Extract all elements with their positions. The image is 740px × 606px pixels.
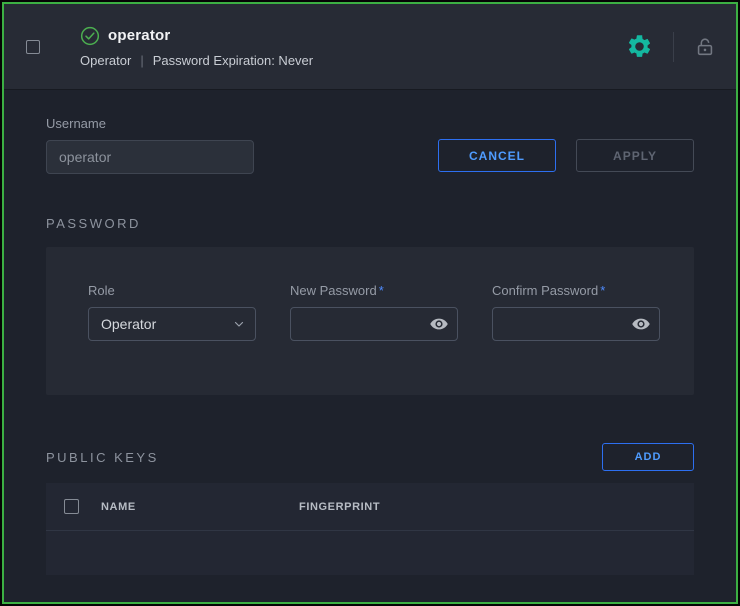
eye-icon: [631, 314, 651, 334]
column-header-fingerprint: FINGERPRINT: [299, 501, 380, 513]
page-title: operator: [108, 27, 170, 44]
header-divider: [673, 32, 674, 62]
header: operator Operator | Password Expiration:…: [4, 4, 736, 90]
cancel-button[interactable]: CANCEL: [438, 139, 556, 172]
username-row: Username CANCEL APPLY: [46, 116, 694, 174]
password-section: PASSWORD Role Operator New Password*: [46, 216, 694, 395]
username-field-group: Username: [46, 116, 254, 174]
confirm-password-field-group: Confirm Password*: [492, 283, 660, 395]
confirm-password-label: Confirm Password*: [492, 283, 660, 298]
lock-icon: [694, 36, 716, 58]
public-keys-section-title: PUBLIC KEYS: [46, 450, 159, 465]
title-block: operator Operator | Password Expiration:…: [80, 26, 313, 68]
select-user-checkbox[interactable]: [26, 40, 40, 54]
content: Username CANCEL APPLY PASSWORD Role Oper…: [4, 116, 736, 575]
role-field-group: Role Operator: [88, 283, 256, 395]
chevron-down-icon: [233, 318, 245, 330]
public-keys-section: PUBLIC KEYS ADD NAME FINGERPRINT: [46, 443, 694, 575]
required-marker: *: [379, 283, 384, 298]
public-keys-table-header: NAME FINGERPRINT: [46, 483, 694, 531]
eye-icon: [429, 314, 449, 334]
new-password-label: New Password*: [290, 283, 458, 298]
role-label: Role: [88, 283, 256, 298]
subtitle: Operator | Password Expiration: Never: [80, 53, 313, 68]
username-label: Username: [46, 116, 254, 131]
subtitle-separator: |: [140, 53, 143, 68]
empty-table-row: [46, 531, 694, 575]
password-section-title: PASSWORD: [46, 216, 694, 231]
public-keys-table: NAME FINGERPRINT: [46, 483, 694, 575]
action-buttons: CANCEL APPLY: [438, 139, 694, 172]
required-marker: *: [600, 283, 605, 298]
check-circle-icon: [80, 26, 100, 46]
lock-button[interactable]: [694, 36, 716, 58]
username-input[interactable]: [46, 140, 254, 174]
gear-icon: [626, 33, 653, 60]
password-panel: Role Operator New Password*: [46, 247, 694, 395]
new-password-field-group: New Password*: [290, 283, 458, 395]
role-select[interactable]: Operator: [88, 307, 256, 341]
select-all-keys-checkbox[interactable]: [64, 499, 79, 514]
user-detail-window: operator Operator | Password Expiration:…: [2, 2, 738, 604]
show-confirm-password-button[interactable]: [631, 314, 651, 334]
password-expiration-text: Password Expiration: Never: [153, 53, 313, 68]
role-selected-value: Operator: [101, 316, 156, 332]
role-text: Operator: [80, 53, 131, 68]
column-header-name: NAME: [101, 501, 299, 513]
header-actions: [626, 32, 716, 62]
apply-button[interactable]: APPLY: [576, 139, 694, 172]
add-public-key-button[interactable]: ADD: [602, 443, 694, 471]
show-new-password-button[interactable]: [429, 314, 449, 334]
settings-gear-button[interactable]: [626, 33, 653, 60]
